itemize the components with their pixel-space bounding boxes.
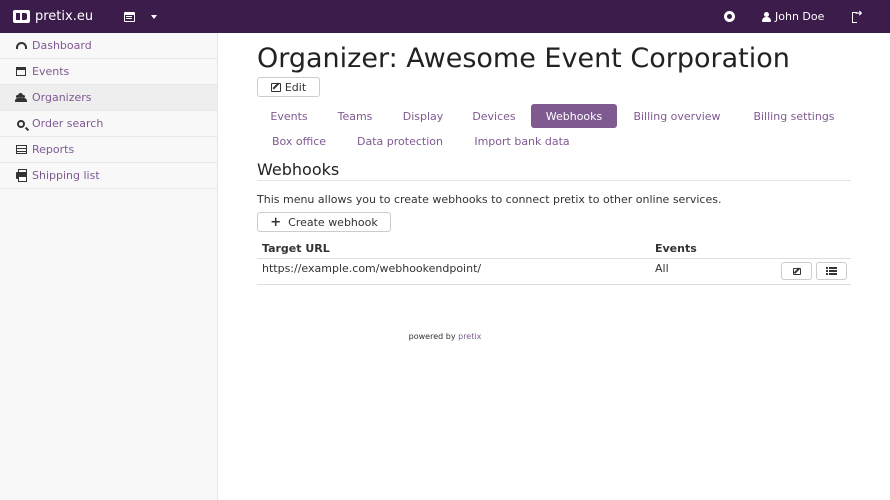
tab-teams[interactable]: Teams — [323, 104, 387, 128]
create-webhook-button[interactable]: + Create webhook — [257, 212, 391, 232]
footer-prefix: powered by — [408, 332, 456, 341]
caret-down-icon — [151, 14, 157, 19]
tab-devices[interactable]: Devices — [459, 104, 529, 128]
sidebar-item-events[interactable]: Events — [0, 59, 217, 85]
webhook-target-url: https://example.com/webhookendpoint/ — [262, 262, 482, 275]
pretix-logo-icon — [13, 10, 30, 23]
sidebar-item-label: Shipping list — [32, 169, 100, 182]
top-navbar: pretix.eu John Doe — [0, 0, 890, 33]
brand-link[interactable]: pretix.eu — [13, 0, 93, 33]
search-icon — [17, 119, 25, 128]
webhook-events: All — [655, 262, 669, 275]
tab-box-office[interactable]: Box office — [257, 129, 341, 153]
tab-webhooks[interactable]: Webhooks — [531, 104, 617, 128]
footer: powered by pretix — [0, 332, 890, 341]
sidebar-item-organizers[interactable]: Organizers — [0, 85, 217, 111]
user-icon — [762, 11, 771, 22]
create-webhook-label: Create webhook — [288, 215, 378, 229]
tab-billing-settings[interactable]: Billing settings — [737, 104, 851, 128]
sidebar-item-shipping-list[interactable]: Shipping list — [0, 163, 217, 189]
plus-icon: + — [270, 214, 282, 230]
dashboard-icon — [15, 42, 27, 49]
sidebar: Dashboard Events Organizers Order search… — [0, 33, 218, 500]
user-name: John Doe — [775, 10, 825, 23]
sidebar-item-label: Dashboard — [32, 39, 92, 52]
list-icon — [826, 267, 837, 275]
sign-out-icon — [852, 9, 863, 23]
sidebar-item-order-search[interactable]: Order search — [0, 111, 217, 137]
webhook-logs-button[interactable] — [816, 262, 847, 280]
user-menu[interactable]: John Doe — [762, 0, 824, 33]
sidebar-item-dashboard[interactable]: Dashboard — [0, 33, 217, 59]
section-divider — [257, 180, 851, 181]
sidebar-item-label: Organizers — [32, 91, 92, 104]
brand-name: pretix.eu — [35, 9, 94, 24]
edit-button-label: Edit — [284, 80, 307, 94]
tab-data-protection[interactable]: Data protection — [343, 129, 457, 153]
lifebuoy-icon — [724, 11, 735, 22]
sidebar-item-reports[interactable]: Reports — [0, 137, 217, 163]
help-button[interactable] — [724, 0, 735, 33]
page-title: Organizer: Awesome Event Corporation — [257, 43, 790, 74]
footer-pretix-link[interactable]: pretix — [458, 332, 481, 341]
edit-webhook-button[interactable] — [781, 262, 812, 280]
table-header-events: Events — [655, 242, 697, 255]
edit-icon — [270, 82, 281, 92]
table-header-target-url: Target URL — [262, 242, 330, 255]
calendar-icon — [16, 67, 26, 76]
users-icon — [15, 93, 27, 102]
section-title: Webhooks — [257, 160, 340, 179]
section-description: This menu allows you to create webhooks … — [257, 193, 722, 206]
sidebar-item-label: Events — [32, 65, 70, 78]
logout-button[interactable] — [852, 0, 863, 33]
event-selector-dropdown[interactable] — [124, 9, 160, 24]
tab-events[interactable]: Events — [257, 104, 321, 128]
print-icon — [15, 169, 27, 182]
edit-button[interactable]: Edit — [257, 77, 320, 97]
edit-icon — [792, 267, 801, 275]
table-icon — [15, 145, 27, 154]
tab-billing-overview[interactable]: Billing overview — [619, 104, 735, 128]
calendar-icon — [124, 11, 135, 22]
tab-display[interactable]: Display — [389, 104, 457, 128]
sidebar-item-label: Reports — [32, 143, 75, 156]
table-header-divider — [257, 258, 851, 259]
tab-import-bank-data[interactable]: Import bank data — [459, 129, 585, 153]
table-row-divider — [257, 284, 851, 285]
sidebar-item-label: Order search — [32, 117, 104, 130]
